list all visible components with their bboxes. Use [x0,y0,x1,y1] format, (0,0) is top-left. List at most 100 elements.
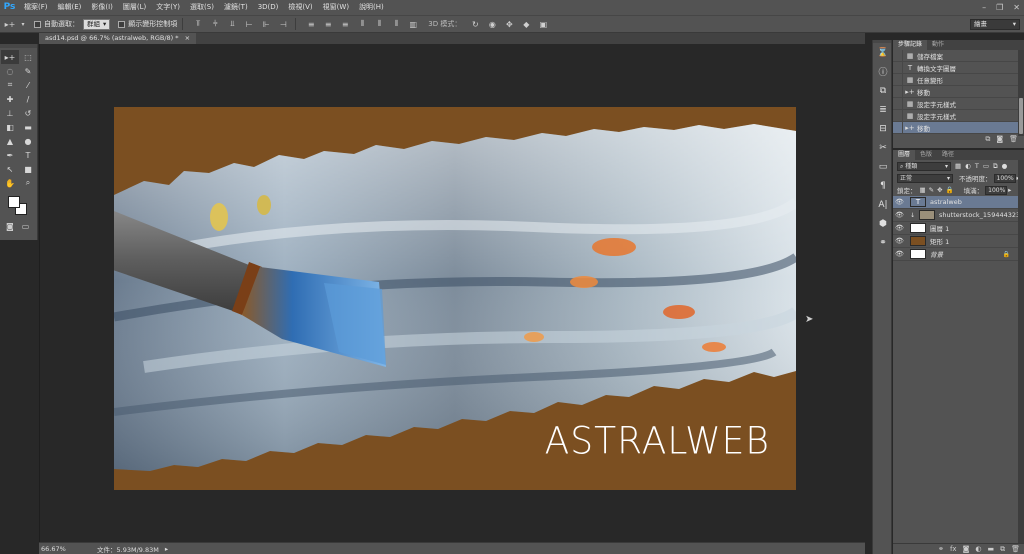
quick-mask-icon[interactable]: ◙ [6,222,14,231]
tab-paths[interactable]: 路徑 [937,150,959,160]
crop-icon[interactable]: ⌗ [1,78,19,92]
layers-scrollbar[interactable] [1018,160,1024,543]
blur-icon[interactable]: ▲ [1,134,19,148]
workspace-dropdown[interactable]: 繪畫 ▾ [970,19,1020,30]
history-source-box[interactable] [893,121,903,134]
align-top-icon[interactable]: ⫪ [191,18,205,30]
history-source-box[interactable] [893,61,903,74]
type-filter-icon[interactable]: T [975,162,979,170]
auto-select-checkbox[interactable] [34,20,41,28]
history-item[interactable]: ▸+ 移動 [893,85,1024,98]
channels-icon[interactable]: ⚭ [873,233,893,252]
menu-item[interactable]: 3D(D) [253,0,284,15]
history-icon[interactable]: ⌛ [873,43,893,62]
align-right-icon[interactable]: ⊣ [276,18,290,30]
history-source-box[interactable] [893,49,903,62]
zoom-level[interactable]: 66.67% [39,545,71,553]
history-source-box[interactable] [893,73,903,86]
3d-roll-icon[interactable]: ◉ [485,18,499,30]
type-icon[interactable]: T [19,148,37,162]
menu-item[interactable]: 選取(S) [185,0,219,15]
link-layers-icon[interactable]: ⚭ [938,545,944,553]
new-group-icon[interactable]: ▬ [987,545,994,553]
visibility-eye-icon[interactable]: 👁 [893,224,906,232]
history-item[interactable]: T 轉換文字圖層 [893,61,1024,74]
history-item[interactable]: ▸+ 移動 [893,121,1024,134]
menu-item[interactable]: 影像(I) [86,0,118,15]
history-item[interactable]: ▦ 設定字元樣式 [893,109,1024,122]
layer-row[interactable]: 👁 ↓ shutterstock_159444323 [893,209,1024,222]
align-hcenter-icon[interactable]: ⊩ [259,18,273,30]
layer-comps-icon[interactable]: ⧉ [873,81,893,100]
move-icon[interactable]: ▸+ [1,50,19,64]
visibility-eye-icon[interactable]: 👁 [893,250,906,258]
menu-item[interactable]: 視窗(W) [318,0,354,15]
adjustment-layer-icon[interactable]: ◐ [975,545,981,553]
healing-icon[interactable]: ✚ [1,92,19,106]
eyedropper-icon[interactable]: ⁄ [19,78,37,92]
layer-name[interactable]: 矩形 1 [930,236,949,246]
distribute-left-icon[interactable]: ⦀ [355,18,369,30]
move-tool-icon[interactable]: ▸+ [3,18,17,30]
screen-mode-icon[interactable]: ▭ [22,222,30,231]
lock-pixels-icon[interactable]: ✎ [929,186,934,194]
layer-thumbnail[interactable] [910,223,926,233]
adjust-icon[interactable]: ▭ [873,157,893,176]
close-icon[interactable]: ✕ [1013,0,1020,15]
layer-row[interactable]: 👁 圖層 1 [893,222,1024,235]
pixel-filter-icon[interactable]: ▦ [955,162,961,170]
transform-controls-checkbox[interactable] [118,20,126,28]
3d-rotate-icon[interactable]: ↻ [468,18,482,30]
trash-icon[interactable]: 🗑 [1011,545,1020,553]
quick-select-icon[interactable]: ✎ [19,64,37,78]
distribute-top-icon[interactable]: ≡ [304,18,318,30]
3d-pan-icon[interactable]: ✥ [502,18,516,30]
tab-history[interactable]: 步驟記錄 [893,40,928,50]
character-icon[interactable]: A| [873,195,893,214]
distribute-hcenter-icon[interactable]: ⦀ [372,18,386,30]
history-source-box[interactable] [893,97,903,110]
clone-source-icon[interactable]: ⊟ [873,119,893,138]
info-icon[interactable]: ⓘ [873,62,893,81]
adjustment-filter-icon[interactable]: ◐ [965,162,971,170]
menu-item[interactable]: 文字(Y) [151,0,185,15]
align-vcenter-icon[interactable]: ⫩ [208,18,222,30]
tab-channels[interactable]: 色版 [915,150,937,160]
close-tab-icon[interactable]: × [185,34,190,42]
menu-item[interactable]: 圖層(L) [118,0,151,15]
artwork-canvas[interactable]: ASTRALWEB [114,107,796,490]
fill-slider-icon[interactable]: ▸ [1008,186,1011,194]
pen-icon[interactable]: ✒ [1,148,19,162]
tab-layers[interactable]: 圖層 [893,150,916,160]
layer-name[interactable]: astralweb [930,198,962,206]
doc-size-info[interactable]: 文件：5.93M/9.83M [97,544,159,554]
layer-row[interactable]: 👁 背景 🔒 [893,248,1024,261]
visibility-eye-icon[interactable]: 👁 [893,198,906,206]
layer-thumbnail[interactable] [910,249,926,259]
zoom-icon[interactable]: ⌕ [19,176,37,190]
scrollbar-thumb[interactable] [1019,98,1023,134]
new-layer-icon[interactable]: ⧉ [1000,545,1005,554]
history-source-box[interactable] [893,85,903,98]
paragraph-icon[interactable]: ¶ [873,176,893,195]
smart-object-filter-icon[interactable]: ⧉ [993,162,998,171]
menu-item[interactable]: 檔案(F) [19,0,53,15]
history-item[interactable]: ▦ 儲存檔案 [893,49,1024,62]
lasso-icon[interactable]: ◌ [1,64,19,78]
history-scrollbar[interactable] [1018,50,1024,136]
layer-row[interactable]: 👁 矩形 1 [893,235,1024,248]
layer-name[interactable]: 圖層 1 [930,223,949,233]
distribute-right-icon[interactable]: ⦀ [389,18,403,30]
trash-icon[interactable]: 🗑 [1009,135,1018,143]
foreground-color-swatch[interactable] [8,196,20,208]
filter-toggle-icon[interactable]: ● [1002,162,1008,170]
new-snapshot-icon[interactable]: ◙ [996,135,1003,143]
dodge-icon[interactable]: ● [19,134,37,148]
minimize-icon[interactable]: – [982,0,986,15]
fill-field[interactable]: 100% [985,185,1008,195]
history-brush-icon[interactable]: ↺ [19,106,37,120]
brush-icon[interactable]: / [19,92,37,106]
restore-icon[interactable]: ❐ [996,0,1003,15]
menu-item[interactable]: 濾鏡(T) [219,0,253,15]
new-document-from-state-icon[interactable]: ⧉ [985,135,990,144]
